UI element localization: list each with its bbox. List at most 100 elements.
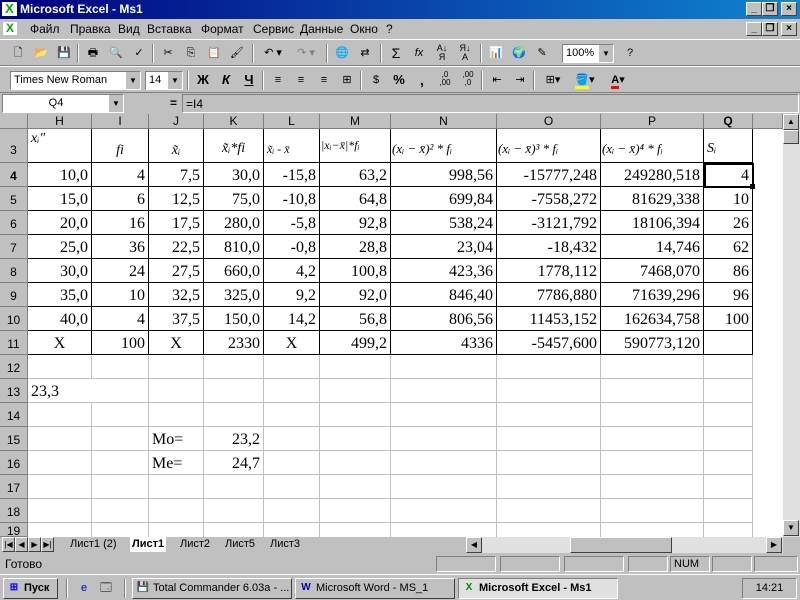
cell-m8[interactable]: 100,8: [320, 259, 391, 283]
new-icon[interactable]: 🗋: [8, 44, 28, 62]
cell-h19[interactable]: [28, 523, 92, 537]
cell-o7[interactable]: -18,432: [497, 235, 601, 259]
cell-k9[interactable]: 325,0: [204, 283, 264, 307]
minimize-button[interactable]: _: [746, 2, 762, 16]
cell-k18[interactable]: [204, 499, 264, 523]
show-desktop-icon[interactable]: 🗔: [96, 579, 116, 597]
cell-l18[interactable]: [264, 499, 320, 523]
cell-h17[interactable]: [28, 475, 92, 499]
cell-o12[interactable]: [497, 355, 601, 379]
column-header-k[interactable]: K: [204, 114, 264, 129]
cell-j3[interactable]: x̃ᵢ: [149, 129, 204, 163]
cell-k13[interactable]: [204, 379, 264, 403]
column-header-r[interactable]: [753, 114, 783, 129]
cell-q12[interactable]: [704, 355, 753, 379]
column-header-n[interactable]: N: [391, 114, 497, 129]
scroll-right-icon[interactable]: ▶: [766, 537, 782, 553]
cell-l16[interactable]: [264, 451, 320, 475]
format-painter-icon[interactable]: 🖌: [227, 44, 247, 62]
cell-j15[interactable]: Mo=: [149, 427, 204, 451]
cell-i13[interactable]: [92, 379, 149, 403]
decrease-indent-icon[interactable]: ⇤: [487, 71, 507, 89]
cell-q14[interactable]: [704, 403, 753, 427]
cell-k4[interactable]: 30,0: [204, 163, 264, 187]
cell-m17[interactable]: [320, 475, 391, 499]
row-header[interactable]: 13: [0, 379, 28, 403]
cell-h6[interactable]: 20,0: [28, 211, 92, 235]
cell-h10[interactable]: 40,0: [28, 307, 92, 331]
cell-k11[interactable]: 2330: [204, 331, 264, 355]
cell-h9[interactable]: 35,0: [28, 283, 92, 307]
row-header[interactable]: 14: [0, 403, 28, 427]
cell-n9[interactable]: 846,40: [391, 283, 497, 307]
cell-l15[interactable]: [264, 427, 320, 451]
font-select[interactable]: Times New Roman ▼: [10, 71, 141, 90]
cell-j5[interactable]: 12,5: [149, 187, 204, 211]
cell-m19[interactable]: [320, 523, 391, 537]
cell-q6[interactable]: 26: [704, 211, 753, 235]
cell-h14[interactable]: [28, 403, 92, 427]
cell-n19[interactable]: [391, 523, 497, 537]
cell-q16[interactable]: [704, 451, 753, 475]
cell-i3[interactable]: fi: [92, 129, 149, 163]
cell-p8[interactable]: 7468,070: [601, 259, 704, 283]
cell-h12[interactable]: [28, 355, 92, 379]
cell-i10[interactable]: 4: [92, 307, 149, 331]
cell-p7[interactable]: 14,746: [601, 235, 704, 259]
cell-p19[interactable]: [601, 523, 704, 537]
cell-q11[interactable]: [704, 331, 753, 355]
cell-o19[interactable]: [497, 523, 601, 537]
cell-k16[interactable]: 24,7: [204, 451, 264, 475]
cell-p17[interactable]: [601, 475, 704, 499]
cell-j6[interactable]: 17,5: [149, 211, 204, 235]
cell-h4[interactable]: 10,0: [28, 163, 92, 187]
cell-i4[interactable]: 4: [92, 163, 149, 187]
cell-h15[interactable]: [28, 427, 92, 451]
chevron-down-icon[interactable]: ▼: [598, 45, 613, 62]
cell-m9[interactable]: 92,0: [320, 283, 391, 307]
sheet-tab[interactable]: Лист3: [268, 537, 302, 552]
cell-n4[interactable]: 998,56: [391, 163, 497, 187]
column-header-j[interactable]: J: [149, 114, 204, 129]
autosum-icon[interactable]: Σ: [386, 44, 406, 62]
cell-k5[interactable]: 75,0: [204, 187, 264, 211]
cell-i14[interactable]: [92, 403, 149, 427]
cell-p14[interactable]: [601, 403, 704, 427]
cell-m5[interactable]: 64,8: [320, 187, 391, 211]
row-header[interactable]: 16: [0, 451, 28, 475]
cell-m10[interactable]: 56,8: [320, 307, 391, 331]
cell-o13[interactable]: [497, 379, 601, 403]
align-right-icon[interactable]: ≡: [314, 71, 334, 89]
cell-o17[interactable]: [497, 475, 601, 499]
cell-i19[interactable]: [92, 523, 149, 537]
taskbar-excel[interactable]: X Microsoft Excel - Ms1: [458, 578, 618, 599]
cell-i15[interactable]: [92, 427, 149, 451]
menu-insert[interactable]: Вставка: [147, 22, 192, 36]
column-header-m[interactable]: M: [320, 114, 391, 129]
cell-i9[interactable]: 10: [92, 283, 149, 307]
cell-o15[interactable]: [497, 427, 601, 451]
column-header-h[interactable]: H: [28, 114, 92, 129]
chevron-down-icon[interactable]: ▼: [167, 72, 182, 89]
cell-h13[interactable]: 23,3: [28, 379, 92, 403]
menu-edit[interactable]: Правка: [70, 22, 111, 36]
cell-p18[interactable]: [601, 499, 704, 523]
print-icon[interactable]: 🖶: [83, 44, 103, 62]
cell-n13[interactable]: [391, 379, 497, 403]
horizontal-scrollbar[interactable]: ◀ ▶: [466, 537, 783, 553]
fill-handle[interactable]: [750, 184, 755, 189]
internet-explorer-icon[interactable]: e: [74, 579, 94, 597]
cell-l7[interactable]: -0,8: [264, 235, 320, 259]
cell-k10[interactable]: 150,0: [204, 307, 264, 331]
row-header[interactable]: 17: [0, 475, 28, 499]
cell-q8[interactable]: 86: [704, 259, 753, 283]
cell-n11[interactable]: 4336: [391, 331, 497, 355]
cell-m7[interactable]: 28,8: [320, 235, 391, 259]
taskbar-total-commander[interactable]: 💾 Total Commander 6.03a - ...: [132, 578, 292, 599]
cell-m15[interactable]: [320, 427, 391, 451]
percent-button[interactable]: %: [389, 71, 409, 89]
cell-j11[interactable]: X: [149, 331, 204, 355]
row-header[interactable]: 9: [0, 283, 28, 307]
cell-n8[interactable]: 423,36: [391, 259, 497, 283]
save-icon[interactable]: 💾: [54, 44, 74, 62]
